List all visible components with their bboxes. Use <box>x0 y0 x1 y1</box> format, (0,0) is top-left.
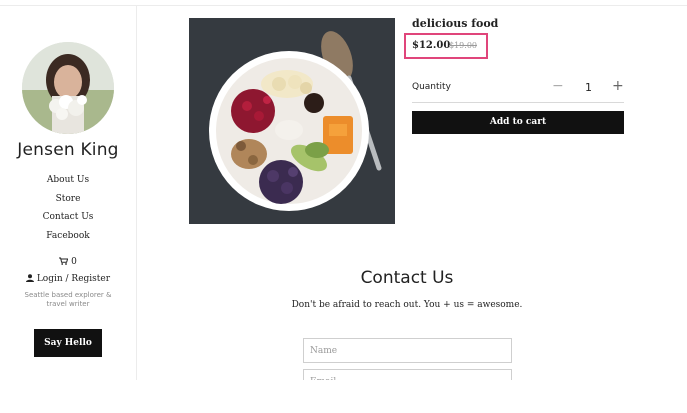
say-hello-button[interactable]: Say Hello <box>34 329 102 357</box>
product-image[interactable] <box>189 18 395 224</box>
avatar-photo <box>22 42 114 134</box>
quantity-value[interactable]: 1 <box>585 81 592 94</box>
product-price: $12.00 <box>412 40 451 51</box>
user-icon <box>25 274 34 282</box>
name-field[interactable] <box>303 338 512 363</box>
cart-link[interactable]: 0 <box>0 257 136 267</box>
nav-contact-us[interactable]: Contact Us <box>0 212 136 222</box>
site-brand[interactable]: Jensen King <box>0 140 136 160</box>
sidebar: Jensen King About Us Store Contact Us Fa… <box>0 6 137 380</box>
quantity-decrement-button[interactable]: − <box>552 78 564 94</box>
cart-icon <box>59 257 69 265</box>
quantity-divider <box>412 102 624 103</box>
product-old-price: $19.00 <box>449 41 477 50</box>
quantity-label: Quantity <box>412 82 451 92</box>
contact-subtitle: Don't be afraid to reach out. You + us =… <box>291 300 523 310</box>
food-bowl-photo <box>189 18 395 224</box>
avatar[interactable] <box>22 42 114 134</box>
cart-count: 0 <box>71 257 77 267</box>
nav-facebook[interactable]: Facebook <box>0 231 136 241</box>
login-register-link[interactable]: Login / Register <box>0 274 136 284</box>
add-to-cart-button[interactable]: Add to cart <box>412 111 624 134</box>
nav-about-us[interactable]: About Us <box>0 175 136 185</box>
tagline: Seattle based explorer & travel writer <box>24 291 112 308</box>
nav-store[interactable]: Store <box>0 194 136 204</box>
product-title: delicious food <box>412 17 499 30</box>
quantity-increment-button[interactable]: + <box>612 78 624 94</box>
page-cutoff <box>0 380 687 413</box>
contact-heading: Contact Us <box>360 268 454 288</box>
login-register-label: Login / Register <box>36 274 111 284</box>
